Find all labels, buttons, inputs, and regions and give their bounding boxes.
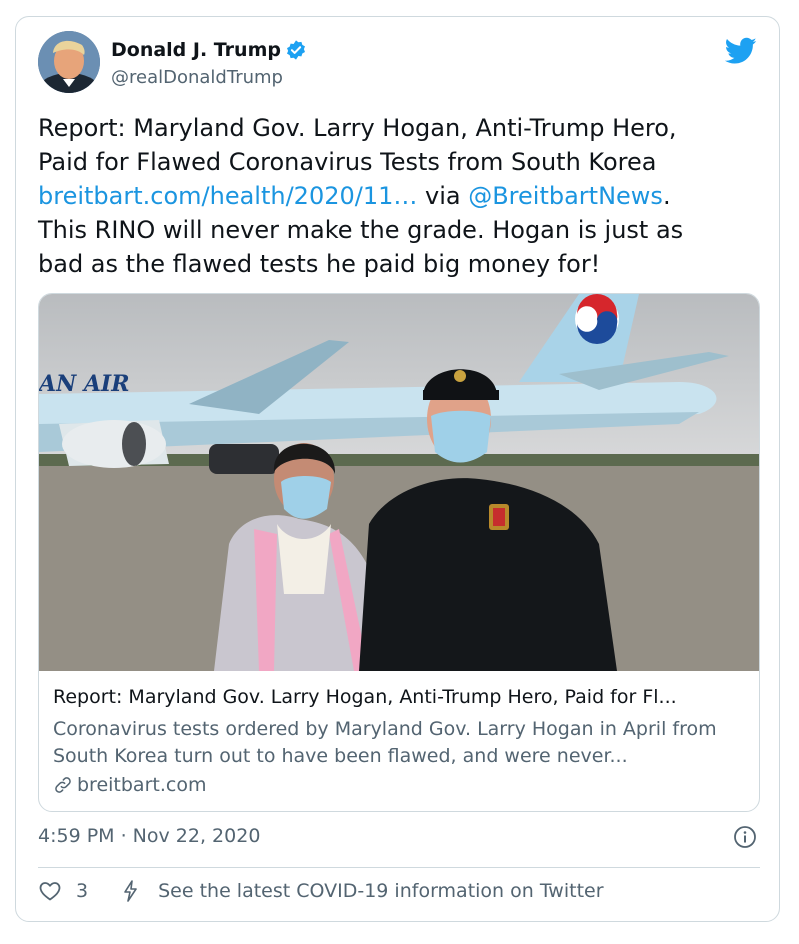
mention-link[interactable]: @BreitbartNews [468, 182, 663, 210]
aircraft-livery-text: AN AIR [39, 371, 129, 397]
tweet-text-period: . [662, 182, 671, 210]
link-icon [55, 777, 71, 793]
tweet-text-line: Report: Maryland Gov. Larry Hogan, Anti-… [38, 114, 677, 142]
tweet-link[interactable]: breitbart.com/health/2020/11… [38, 182, 417, 210]
tweet-text-line: This RINO will never make the grade. Hog… [38, 216, 684, 244]
like-button[interactable]: 3 [38, 879, 88, 903]
link-preview-card[interactable]: AN AIR Report: Maryland Gov. Larry Hogan… [38, 293, 760, 812]
tweet-text: Report: Maryland Gov. Larry Hogan, Anti-… [38, 111, 768, 281]
tweet-text-line: bad as the flawed tests he paid big mone… [38, 250, 601, 278]
author-display-name[interactable]: Donald J. Trump [111, 39, 281, 61]
twitter-bird-icon[interactable] [725, 37, 757, 65]
card-image[interactable]: AN AIR [39, 294, 759, 671]
card-domain: breitbart.com [53, 774, 206, 796]
like-count: 3 [76, 880, 89, 902]
info-icon[interactable] [733, 825, 757, 849]
verified-badge-icon [287, 40, 305, 60]
author-handle[interactable]: @realDonaldTrump [111, 67, 283, 88]
avatar-image [38, 31, 100, 93]
tweet-text-line: Paid for Flawed Coronavirus Tests from S… [38, 148, 657, 176]
avatar[interactable] [38, 31, 100, 93]
tweet-timestamp[interactable]: 4:59 PM · Nov 22, 2020 [38, 825, 260, 847]
covid-info-link[interactable]: See the latest COVID-19 information on T… [120, 879, 604, 903]
card-domain-text: breitbart.com [77, 774, 207, 796]
action-bar: 3 See the latest COVID-19 information on… [38, 879, 604, 903]
covid-info-text: See the latest COVID-19 information on T… [158, 880, 604, 902]
card-description: Coronavirus tests ordered by Maryland Go… [53, 718, 717, 767]
tweet-text-via: via [417, 182, 469, 210]
lightning-icon [124, 880, 137, 902]
tweet-card[interactable]: Donald J. Trump @realDonaldTrump Report:… [15, 16, 780, 922]
card-title[interactable]: Report: Maryland Gov. Larry Hogan, Anti-… [53, 686, 753, 708]
divider [38, 867, 760, 868]
heart-icon [39, 882, 61, 901]
